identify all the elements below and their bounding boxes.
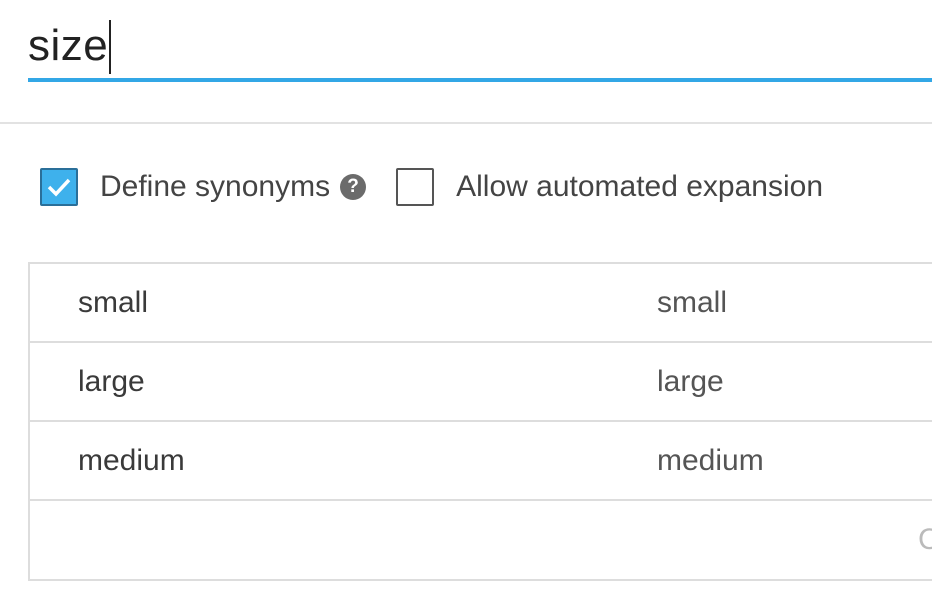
table-row: medium medium <box>30 422 932 501</box>
entry-synonyms[interactable]: large <box>657 343 724 421</box>
new-entry-row[interactable]: C <box>30 501 932 579</box>
allow-automated-expansion-checkbox[interactable] <box>396 168 435 206</box>
entry-value[interactable]: large <box>78 343 145 421</box>
help-icon[interactable]: ? <box>340 174 367 200</box>
checkmark-icon <box>47 178 71 197</box>
define-synonyms-label[interactable]: Define synonyms <box>100 166 330 208</box>
new-entry-synonyms-placeholder[interactable]: C <box>918 501 932 579</box>
text-caret <box>109 20 112 74</box>
synonyms-table: small small large large medium medium C <box>28 262 932 581</box>
entity-name-text: size <box>28 18 112 74</box>
allow-automated-expansion-label[interactable]: Allow automated expansion <box>456 166 823 208</box>
entry-value[interactable]: small <box>78 264 148 342</box>
table-row: small small <box>30 264 932 343</box>
define-synonyms-checkbox[interactable] <box>40 168 78 206</box>
entry-synonyms[interactable]: small <box>657 264 727 342</box>
entity-name-input[interactable]: size <box>28 8 932 82</box>
section-divider <box>0 122 932 124</box>
entry-value[interactable]: medium <box>78 422 185 500</box>
entity-options: Define synonyms ? Allow automated expans… <box>40 166 823 208</box>
entry-synonyms[interactable]: medium <box>657 422 764 500</box>
table-row: large large <box>30 343 932 422</box>
entity-editor: size Define synonyms ? Allow automated e… <box>0 0 932 606</box>
